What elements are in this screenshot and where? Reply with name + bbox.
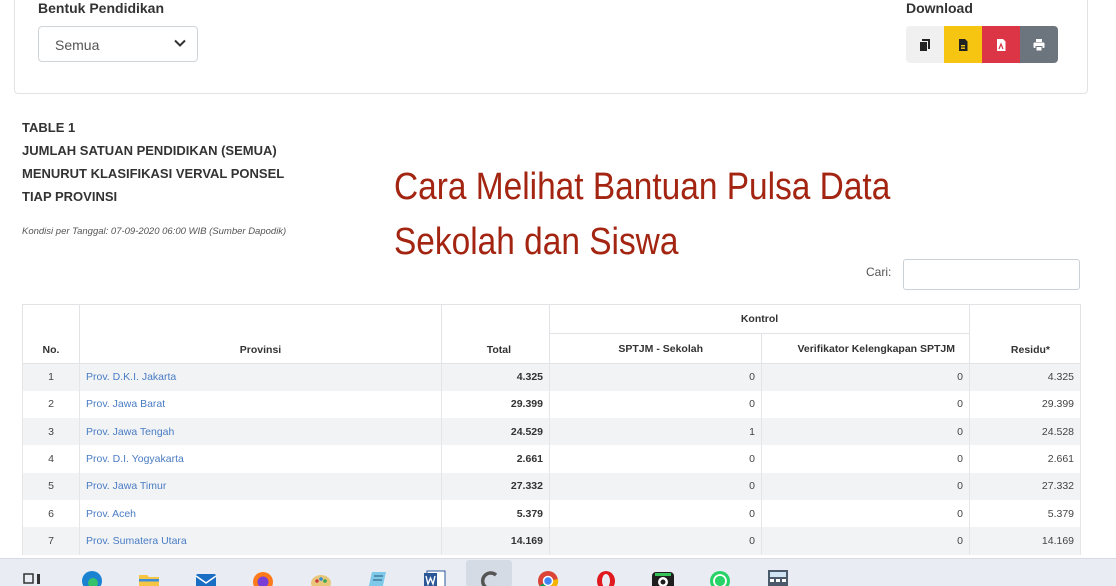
word-icon[interactable] xyxy=(423,568,447,586)
file-explorer-icon[interactable] xyxy=(137,568,161,586)
cell-verifikator: 0 xyxy=(760,418,971,446)
overlay-title-line-2: Sekolah dan Siswa xyxy=(394,221,679,263)
cell-no: 5 xyxy=(22,472,80,500)
cell-no: 6 xyxy=(22,499,80,528)
cell-provinsi-link[interactable]: Prov. Sumatera Utara xyxy=(79,527,442,555)
file-csv-icon xyxy=(959,38,968,51)
cell-provinsi-link[interactable]: Prov. Jawa Tengah xyxy=(79,418,442,446)
cell-sptjm: 0 xyxy=(549,445,762,473)
cell-no: 1 xyxy=(22,363,80,391)
windows-taskbar xyxy=(0,558,1116,586)
caption-line-3: MENURUT KLASIFIKASI VERVAL PONSEL xyxy=(22,166,285,181)
mail-icon[interactable] xyxy=(194,568,218,586)
select-value: Semua xyxy=(55,37,100,53)
cell-total: 4.325 xyxy=(441,363,550,391)
camera-app-icon[interactable] xyxy=(651,568,675,586)
cell-no: 4 xyxy=(22,445,80,473)
cell-residu: 24.528 xyxy=(969,418,1082,446)
cell-total: 24.529 xyxy=(441,418,550,446)
table-caption: TABLE 1 JUMLAH SATUAN PENDIDIKAN (SEMUA)… xyxy=(22,116,284,208)
notepad-icon[interactable] xyxy=(366,568,390,586)
chrome-icon[interactable] xyxy=(536,568,560,586)
cell-no: 7 xyxy=(22,527,80,555)
cell-sptjm: 0 xyxy=(549,527,762,555)
cell-residu: 2.661 xyxy=(969,445,1082,473)
cell-verifikator: 0 xyxy=(760,390,971,419)
csv-button[interactable] xyxy=(944,26,982,63)
data-table: No. Provinsi Total Kontrol Residu* SPTJM… xyxy=(22,304,1082,555)
firefox-icon[interactable] xyxy=(251,568,275,586)
whatsapp-icon[interactable] xyxy=(708,568,732,586)
cell-provinsi-link[interactable]: Prov. Jawa Barat xyxy=(79,390,442,419)
col-header-sptjm[interactable]: SPTJM - Sekolah xyxy=(549,333,762,364)
table-row: 3 Prov. Jawa Tengah 24.529 1 0 24.528 xyxy=(22,418,1082,446)
cell-residu: 14.169 xyxy=(969,527,1082,555)
table-row: 7 Prov. Sumatera Utara 14.169 0 0 14.169 xyxy=(22,527,1082,555)
cell-provinsi-link[interactable]: Prov. Aceh xyxy=(79,499,442,528)
table-row: 5 Prov. Jawa Timur 27.332 0 0 27.332 xyxy=(22,472,1082,500)
cell-sptjm: 1 xyxy=(549,418,762,446)
table-row: 6 Prov. Aceh 5.379 0 0 5.379 xyxy=(22,499,1082,528)
cell-residu: 5.379 xyxy=(969,499,1082,528)
opera-icon[interactable] xyxy=(594,568,618,586)
cell-residu: 29.399 xyxy=(969,390,1082,419)
table-row: 2 Prov. Jawa Barat 29.399 0 0 29.399 xyxy=(22,390,1082,419)
paint-icon[interactable] xyxy=(309,568,333,586)
cell-provinsi-link[interactable]: Prov. Jawa Timur xyxy=(79,472,442,500)
search-label: Cari: xyxy=(866,265,892,279)
bentuk-pendidikan-label: Bentuk Pendidikan xyxy=(38,0,165,16)
cell-verifikator: 0 xyxy=(760,499,971,528)
task-view-icon[interactable] xyxy=(22,568,46,586)
col-header-total[interactable]: Total xyxy=(441,304,550,364)
cell-provinsi-link[interactable]: Prov. D.I. Yogyakarta xyxy=(79,445,442,473)
print-button[interactable] xyxy=(1020,26,1058,63)
pdf-button[interactable] xyxy=(982,26,1020,63)
copy-icon xyxy=(919,38,930,52)
file-pdf-icon xyxy=(997,38,1006,51)
cell-verifikator: 0 xyxy=(760,472,971,500)
table-row: 4 Prov. D.I. Yogyakarta 2.661 0 0 2.661 xyxy=(22,445,1082,473)
calculator-icon[interactable] xyxy=(766,568,790,586)
search-input[interactable] xyxy=(903,259,1080,290)
download-buttons xyxy=(906,26,1058,63)
cell-total: 2.661 xyxy=(441,445,550,473)
taskbar-active-app[interactable] xyxy=(466,560,512,586)
chevron-down-icon xyxy=(174,39,186,47)
caption-line-2: JUMLAH SATUAN PENDIDIKAN (SEMUA) xyxy=(22,143,277,158)
overlay-title-line-1: Cara Melihat Bantuan Pulsa Data xyxy=(394,166,891,208)
cell-total: 29.399 xyxy=(441,390,550,419)
col-header-verifikator[interactable]: Verifikator Kelengkapan SPTJM xyxy=(760,333,971,364)
condition-note: Kondisi per Tanggal: 07-09-2020 06:00 WI… xyxy=(22,226,287,237)
edge-icon[interactable] xyxy=(80,568,104,586)
col-header-no[interactable]: No. xyxy=(22,304,80,364)
cell-total: 14.169 xyxy=(441,527,550,555)
cell-no: 3 xyxy=(22,418,80,446)
cell-provinsi-link[interactable]: Prov. D.K.I. Jakarta xyxy=(79,363,442,391)
cell-sptjm: 0 xyxy=(549,472,762,500)
cell-sptjm: 0 xyxy=(549,499,762,528)
download-label: Download xyxy=(906,0,973,16)
cell-residu: 4.325 xyxy=(969,363,1082,391)
cell-verifikator: 0 xyxy=(760,445,971,473)
bentuk-pendidikan-select[interactable]: Semua xyxy=(38,26,198,62)
cell-verifikator: 0 xyxy=(760,527,971,555)
cell-sptjm: 0 xyxy=(549,363,762,391)
cell-total: 5.379 xyxy=(441,499,550,528)
app-c-icon xyxy=(480,571,498,586)
table-body: 1 Prov. D.K.I. Jakarta 4.325 0 0 4.325 2 Prov. … xyxy=(22,363,1082,555)
overlay-title: Cara Melihat Bantuan Pulsa Data Sekolah … xyxy=(394,160,890,270)
caption-line-1: TABLE 1 xyxy=(22,120,76,135)
cell-no: 2 xyxy=(22,390,80,419)
table-row: 1 Prov. D.K.I. Jakarta 4.325 0 0 4.325 xyxy=(22,363,1082,391)
cell-residu: 27.332 xyxy=(969,472,1082,500)
cell-total: 27.332 xyxy=(441,472,550,500)
printer-icon xyxy=(1033,38,1045,51)
cell-sptjm: 0 xyxy=(549,390,762,419)
copy-button[interactable] xyxy=(906,26,944,63)
col-header-provinsi[interactable]: Provinsi xyxy=(79,304,442,364)
caption-line-4: TIAP PROVINSI xyxy=(22,189,118,204)
col-header-residu[interactable]: Residu* xyxy=(969,304,1082,364)
col-header-kontrol: Kontrol xyxy=(548,304,971,334)
cell-verifikator: 0 xyxy=(760,363,971,391)
